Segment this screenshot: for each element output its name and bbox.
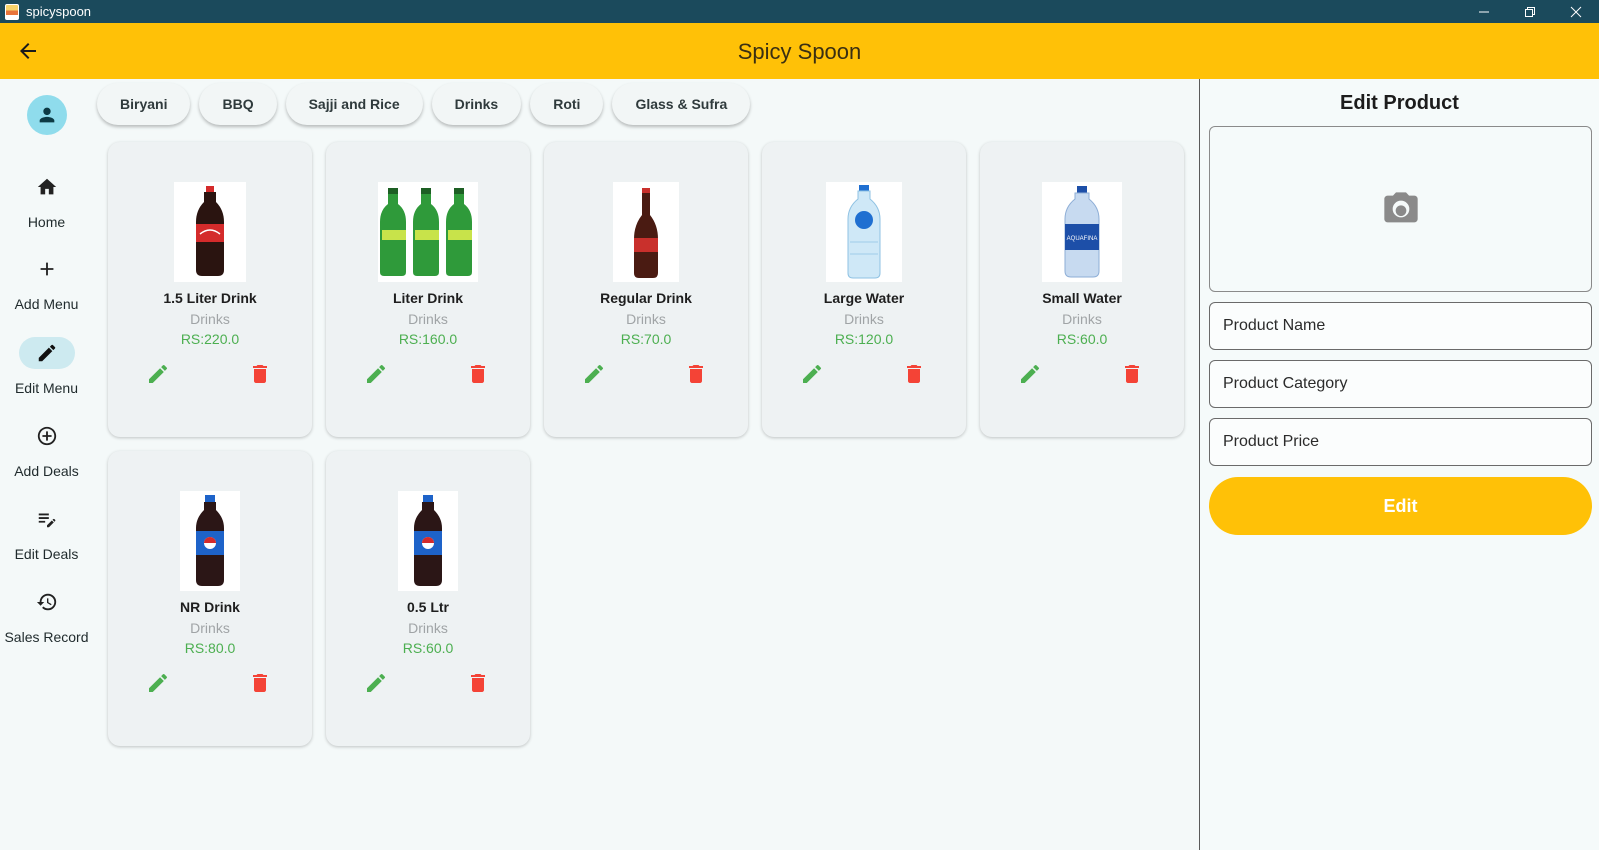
chip-glass-and-sufra[interactable]: Glass & Sufra <box>612 83 751 125</box>
app-logo-icon <box>5 3 19 20</box>
rail-label: Edit Menu <box>14 380 79 396</box>
window-controls <box>1461 0 1599 23</box>
product-name: Small Water <box>1042 290 1122 306</box>
rail-item-home[interactable]: Home <box>0 171 93 249</box>
product-category: Drinks <box>408 311 448 327</box>
product-category-field[interactable] <box>1209 360 1592 408</box>
product-price-field[interactable] <box>1209 418 1592 466</box>
product-category: Drinks <box>626 311 666 327</box>
product-price: RS:60.0 <box>402 640 454 656</box>
edit-list-icon <box>19 503 75 535</box>
product-image <box>378 182 478 282</box>
history-icon <box>19 586 75 618</box>
avatar[interactable] <box>27 95 67 135</box>
product-grid: 1.5 Liter Drink Drinks RS:220.0 Liter Dr… <box>108 142 1190 746</box>
chip-biryani[interactable]: Biryani <box>97 83 191 125</box>
product-image <box>174 182 246 282</box>
rail-label: Home <box>27 214 66 230</box>
rail-label: Edit Deals <box>14 546 79 562</box>
product-image <box>180 491 240 591</box>
rail-item-add-menu[interactable]: Add Menu <box>0 253 93 331</box>
product-name-field[interactable] <box>1209 302 1592 350</box>
panel-title: Edit Product <box>1340 92 1459 114</box>
product-name: Large Water <box>823 290 905 306</box>
product-card: 0.5 Ltr Drinks RS:60.0 <box>326 451 530 746</box>
edit-icon[interactable] <box>364 362 388 386</box>
product-category: Drinks <box>408 620 448 636</box>
product-card: 1.5 Liter Drink Drinks RS:220.0 <box>108 142 312 437</box>
product-image: AQUAFINA <box>1042 182 1122 282</box>
edit-icon[interactable] <box>146 362 170 386</box>
rail-item-sales-record[interactable]: Sales Record <box>0 586 93 664</box>
product-name: NR Drink <box>180 599 240 615</box>
product-image <box>826 182 902 282</box>
rail-item-edit-deals[interactable]: Edit Deals <box>0 503 93 581</box>
edit-icon[interactable] <box>364 671 388 695</box>
product-name: Liter Drink <box>392 290 463 306</box>
product-name: 0.5 Ltr <box>406 599 449 615</box>
product-name: 1.5 Liter Drink <box>163 290 257 306</box>
product-card: Large Water Drinks RS:120.0 <box>762 142 966 437</box>
delete-icon[interactable] <box>248 671 272 695</box>
delete-icon[interactable] <box>248 362 272 386</box>
app-title: Spicy Spoon <box>737 39 862 64</box>
pencil-icon <box>18 337 75 369</box>
product-price: RS:60.0 <box>1056 331 1108 347</box>
delete-icon[interactable] <box>902 362 926 386</box>
product-price: RS:160.0 <box>398 331 458 347</box>
person-icon <box>39 107 55 123</box>
chip-roti[interactable]: Roti <box>530 83 604 125</box>
window-titlebar: spicyspoon <box>0 0 1599 23</box>
image-picker[interactable] <box>1209 126 1592 292</box>
plus-icon <box>19 253 75 285</box>
delete-icon[interactable] <box>466 362 490 386</box>
delete-icon[interactable] <box>684 362 708 386</box>
edit-icon[interactable] <box>582 362 606 386</box>
restore-icon[interactable] <box>1507 0 1553 23</box>
rail-label: Add Deals <box>14 463 79 479</box>
svg-text:AQUAFINA: AQUAFINA <box>1067 236 1098 242</box>
product-price: RS:220.0 <box>180 331 240 347</box>
edit-icon[interactable] <box>1018 362 1042 386</box>
close-icon[interactable] <box>1553 0 1599 23</box>
product-price: RS:70.0 <box>620 331 672 347</box>
home-icon <box>19 171 75 203</box>
product-category: Drinks <box>190 311 230 327</box>
chip-bbq[interactable]: BBQ <box>199 83 277 125</box>
edit-product-panel: Edit Product Edit <box>1199 79 1599 850</box>
minimize-icon[interactable] <box>1461 0 1507 23</box>
category-chips: Biryani BBQ Sajji and Rice Drinks Roti G… <box>97 83 751 125</box>
delete-icon[interactable] <box>466 671 490 695</box>
product-card: NR Drink Drinks RS:80.0 <box>108 451 312 746</box>
chip-sajji-and-rice[interactable]: Sajji and Rice <box>285 83 423 125</box>
rail-label: Sales Record <box>4 629 89 645</box>
camera-icon <box>1383 192 1418 223</box>
product-category: Drinks <box>1062 311 1102 327</box>
edit-icon[interactable] <box>146 671 170 695</box>
product-image <box>613 182 679 282</box>
edit-icon[interactable] <box>800 362 824 386</box>
delete-icon[interactable] <box>1120 362 1144 386</box>
product-category: Drinks <box>190 620 230 636</box>
edit-button[interactable]: Edit <box>1209 477 1592 535</box>
chip-drinks[interactable]: Drinks <box>431 83 522 125</box>
product-category: Drinks <box>844 311 884 327</box>
product-image <box>398 491 458 591</box>
product-card: Liter Drink Drinks RS:160.0 <box>326 142 530 437</box>
rail-item-edit-menu[interactable]: Edit Menu <box>0 337 93 415</box>
product-card: AQUAFINA Small Water Drinks RS:60.0 <box>980 142 1184 437</box>
app-bar: Spicy Spoon <box>0 23 1599 79</box>
add-circle-icon <box>19 420 75 452</box>
product-card: Regular Drink Drinks RS:70.0 <box>544 142 748 437</box>
product-price: RS:120.0 <box>834 331 894 347</box>
rail-label: Add Menu <box>14 296 79 312</box>
product-name: Regular Drink <box>600 290 692 306</box>
product-price: RS:80.0 <box>184 640 236 656</box>
rail-item-add-deals[interactable]: Add Deals <box>0 420 93 498</box>
window-title: spicyspoon <box>26 4 92 19</box>
